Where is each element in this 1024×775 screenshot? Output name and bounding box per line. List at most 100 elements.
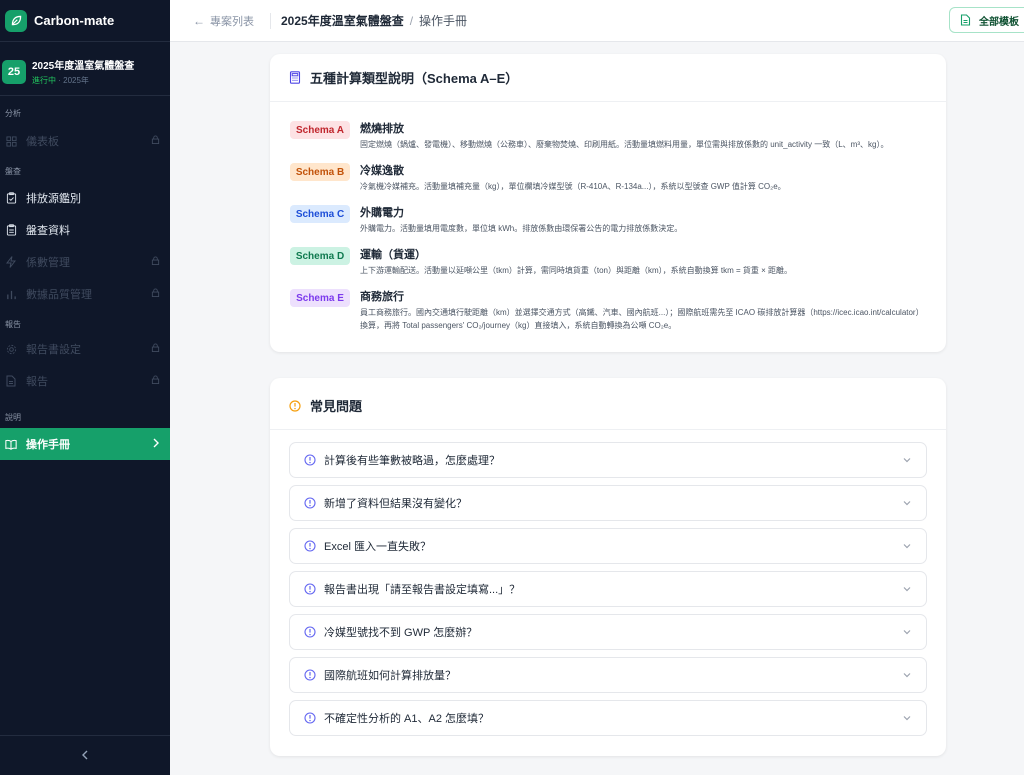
schema-name: 燃燒排放: [360, 123, 404, 135]
project-switcher[interactable]: 25 2025年度溫室氣體盤查 進行中 · 2025年: [0, 48, 170, 96]
faq-card: 常見問題 計算後有些筆數被略過，怎麼處理？ 新增了資料但結果沒有變化？ Exce…: [270, 378, 946, 756]
faq-item[interactable]: 新增了資料但結果沒有變化？: [289, 485, 927, 521]
lock-icon: [151, 343, 160, 355]
info-circle-icon: [304, 454, 316, 466]
schema-item-c: Schema C 外購電力 外購電力。活動量填用電度數，單位填 kWh。排放係數…: [270, 204, 946, 235]
chevron-left-icon: [81, 749, 89, 763]
chevron-down-icon: [903, 544, 911, 549]
faq-question: 不確定性分析的 A1、A2 怎麼填？: [324, 713, 490, 725]
schema-item-b: Schema B 冷媒逸散 冷氣機冷媒補充。活動量填補充量（kg），單位欄填冷媒…: [270, 162, 946, 193]
schema-name: 冷媒逸散: [360, 165, 404, 177]
all-templates-label: 全部模板: [979, 16, 1019, 28]
chevron-down-icon: [903, 673, 911, 678]
faq-question: 報告書出現「請至報告書設定填寫...」？: [324, 584, 521, 596]
info-circle-icon: [304, 583, 316, 595]
chevron-down-icon: [903, 501, 911, 506]
sidebar: Carbon-mate 25 2025年度溫室氣體盤查 進行中 · 2025年 …: [0, 0, 170, 775]
arrow-left-icon: ←: [193, 13, 205, 28]
schemas-card: 五種計算類型說明（Schema A–E） Schema A 燃燒排放 固定燃燒（…: [270, 54, 946, 352]
leaf-icon: [5, 9, 27, 32]
back-to-projects-link[interactable]: ← 專案列表: [193, 13, 254, 29]
top-bar: ← 專案列表 2025年度溫室氣體盤查 / 操作手冊 全部模板: [170, 0, 1024, 42]
all-templates-button[interactable]: 全部模板: [949, 7, 1024, 33]
chevron-down-icon: [903, 630, 911, 635]
sidebar-collapse-button[interactable]: [0, 735, 170, 775]
clipboard-icon: [5, 224, 17, 236]
faq-item[interactable]: 不確定性分析的 A1、A2 怎麼填？: [289, 700, 927, 736]
sidebar-item-manual[interactable]: 操作手冊: [0, 428, 170, 460]
sidebar-item-label: 係數管理: [26, 257, 70, 269]
info-circle-icon: [304, 669, 316, 681]
breadcrumb-project[interactable]: 2025年度溫室氣體盤查: [281, 12, 404, 29]
schema-item-a: Schema A 燃燒排放 固定燃燒（鍋爐、發電機）、移動燃燒（公務車）、廢棄物…: [270, 120, 946, 151]
schema-tag: Schema C: [290, 205, 350, 223]
schema-name: 商務旅行: [360, 291, 404, 303]
project-badge: 25: [2, 59, 26, 84]
info-circle-icon: [304, 497, 316, 509]
info-circle-icon: [304, 626, 316, 638]
schema-desc: 上下游運輸配送。活動量以延噸公里（tkm）計算，需同時填貨重（ton）與距離（k…: [360, 266, 793, 275]
faq-question: 國際航班如何計算排放量？: [324, 670, 456, 682]
faq-item[interactable]: 計算後有些筆數被略過，怎麼處理？: [289, 442, 927, 478]
sidebar-item-emission-sources[interactable]: 排放源鑑別: [0, 183, 170, 213]
schema-tag: Schema E: [290, 289, 350, 307]
lock-icon: [151, 375, 160, 387]
back-link-label: 專案列表: [210, 15, 254, 28]
faq-item[interactable]: 冷媒型號找不到 GWP 怎麼辦？: [289, 614, 927, 650]
lock-icon: [151, 135, 160, 147]
schema-desc: 冷氣機冷媒補充。活動量填補充量（kg），單位欄填冷媒型號（R-410A、R-13…: [360, 182, 786, 191]
section-label-report: 報告: [5, 320, 21, 329]
schema-tag: Schema D: [290, 247, 350, 265]
sidebar-item-label: 儀表板: [26, 136, 59, 148]
chevron-right-icon: [152, 438, 160, 451]
breadcrumb: 2025年度溫室氣體盤查 / 操作手冊: [281, 12, 467, 29]
sidebar-item-report: 報告: [0, 366, 170, 396]
lock-icon: [151, 256, 160, 268]
schema-name: 運輸（貨運）: [360, 249, 426, 261]
section-label-analysis: 分析: [5, 109, 21, 118]
info-circle-icon: [304, 712, 316, 724]
sidebar-item-inventory-data[interactable]: 盤查資料: [0, 215, 170, 245]
bolt-icon: [5, 256, 17, 268]
document-icon: [5, 375, 17, 387]
sidebar-item-report-settings: 報告書設定: [0, 334, 170, 364]
schemas-card-title: 五種計算類型說明（Schema A–E）: [310, 71, 519, 86]
sidebar-item-data-quality: 數據品質管理: [0, 279, 170, 309]
faq-item[interactable]: 報告書出現「請至報告書設定填寫...」？: [289, 571, 927, 607]
sidebar-item-label: 操作手冊: [26, 439, 70, 451]
schema-item-e: Schema E 商務旅行 員工商務旅行。國內交通填行駛距離（km）並選擇交通方…: [270, 288, 946, 332]
divider: [270, 12, 271, 29]
faq-card-title: 常見問題: [310, 399, 363, 414]
faq-card-header: 常見問題: [270, 382, 946, 430]
book-icon: [5, 438, 17, 450]
sidebar-item-label: 排放源鑑別: [26, 193, 81, 205]
schema-desc: 外購電力。活動量填用電度數，單位填 kWh。排放係數由環保署公告的電力排放係數決…: [360, 224, 683, 233]
faq-item[interactable]: Excel 匯入一直失敗？: [289, 528, 927, 564]
sidebar-item-label: 盤查資料: [26, 225, 70, 237]
faq-item[interactable]: 國際航班如何計算排放量？: [289, 657, 927, 693]
chevron-down-icon: [903, 716, 911, 721]
sidebar-item-label: 數據品質管理: [26, 289, 92, 301]
project-year: · 2025年: [58, 76, 89, 85]
calculator-icon: [289, 71, 301, 84]
sidebar-item-dashboard: 儀表板: [0, 126, 170, 156]
project-status: 進行中 · 2025年: [32, 75, 134, 86]
faq-question: Excel 匯入一直失敗？: [324, 541, 431, 553]
chevron-down-icon: [903, 587, 911, 592]
brand[interactable]: Carbon-mate: [0, 0, 170, 42]
schema-desc: 員工商務旅行。國內交通填行駛距離（km）並選擇交通方式（高鐵、汽車、國內航班..…: [360, 308, 924, 330]
schemas-card-header: 五種計算類型說明（Schema A–E）: [270, 54, 946, 102]
faq-question: 冷媒型號找不到 GWP 怎麼辦？: [324, 627, 478, 639]
section-label-help: 說明: [5, 413, 21, 422]
info-circle-icon: [304, 540, 316, 552]
lock-icon: [151, 288, 160, 300]
schema-name: 外購電力: [360, 207, 404, 219]
alert-circle-icon: [289, 399, 301, 412]
faq-question: 計算後有些筆數被略過，怎麼處理？: [324, 455, 500, 467]
breadcrumb-separator: /: [409, 13, 414, 28]
sidebar-item-label: 報告書設定: [26, 344, 81, 356]
grid-icon: [5, 135, 17, 147]
section-label-inventory: 盤查: [5, 167, 21, 176]
gear-icon: [5, 343, 17, 355]
sidebar-item-label: 報告: [26, 376, 48, 388]
